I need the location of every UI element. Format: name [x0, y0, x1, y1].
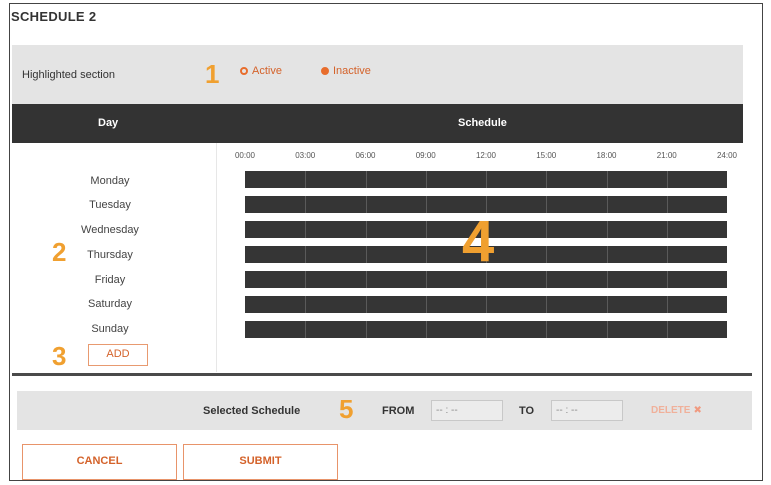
hour-gridline — [546, 246, 548, 263]
section-divider — [12, 373, 752, 376]
header-day: Day — [98, 117, 119, 129]
callout-2: 2 — [52, 237, 67, 267]
hour-gridline — [606, 221, 608, 238]
delete-label: DELETE — [651, 405, 691, 416]
day-column: Monday Tuesday Wednesday Thursday Friday… — [12, 143, 208, 372]
hour-gridline — [305, 296, 307, 313]
hour-label: 21:00 — [656, 151, 677, 160]
schedule-table-header: Day Schedule — [12, 104, 743, 143]
radio-inactive[interactable]: Inactive — [321, 65, 371, 77]
to-time-input[interactable] — [551, 400, 623, 421]
callout-3: 3 — [52, 341, 67, 371]
hour-gridline — [365, 171, 367, 188]
schedule-row-monday[interactable] — [245, 171, 727, 188]
close-icon: ✖ — [693, 405, 702, 416]
hour-label: 24:00 — [716, 151, 738, 160]
hour-gridline — [606, 171, 608, 188]
day-label-friday: Friday — [94, 274, 126, 286]
hour-gridline — [305, 246, 307, 263]
day-label-saturday: Saturday — [87, 298, 133, 310]
hour-gridline — [666, 296, 668, 313]
hour-label: 00:00 — [234, 151, 256, 160]
hour-label: 06:00 — [355, 151, 376, 160]
hour-gridline — [305, 221, 307, 238]
hour-gridline — [486, 321, 487, 338]
day-label-sunday: Sunday — [91, 323, 129, 335]
hour-gridline — [425, 321, 427, 338]
submit-button[interactable]: SUBMIT — [183, 444, 338, 480]
hour-label: 09:00 — [415, 151, 436, 160]
hour-gridline — [666, 271, 668, 288]
hour-gridline — [425, 246, 427, 263]
schedule-row-sunday[interactable] — [245, 321, 727, 338]
hour-gridline — [546, 271, 548, 288]
hour-gridline — [305, 171, 307, 188]
day-label-thursday: Thursday — [87, 249, 133, 261]
hour-gridline — [365, 221, 367, 238]
hour-gridline — [305, 196, 307, 213]
header-schedule: Schedule — [458, 117, 507, 129]
callout-5: 5 — [339, 394, 354, 424]
hour-gridline — [666, 171, 668, 188]
hour-gridline — [425, 221, 427, 238]
hour-gridline — [606, 196, 608, 213]
hour-label: 03:00 — [295, 151, 316, 160]
callout-4: 4 — [462, 209, 495, 274]
hour-gridline — [365, 321, 367, 338]
schedule-row-saturday[interactable] — [245, 296, 727, 313]
hour-gridline — [606, 271, 608, 288]
hour-gridline — [365, 271, 367, 288]
from-label: FROM — [382, 405, 415, 417]
day-label-monday: Monday — [90, 175, 130, 187]
cancel-button[interactable]: CANCEL — [22, 444, 177, 480]
hour-gridline — [546, 221, 548, 238]
hour-gridline — [606, 296, 608, 313]
hour-gridline — [425, 271, 427, 288]
radio-active[interactable]: Active — [240, 65, 282, 77]
day-label-tuesday: Tuesday — [89, 199, 131, 211]
radio-inactive-dot — [321, 67, 329, 75]
hour-gridline — [365, 246, 367, 263]
radio-active-label: Active — [252, 65, 282, 77]
hour-label: 12:00 — [475, 151, 497, 160]
hour-gridline — [425, 196, 427, 213]
panel-title: SCHEDULE 2 — [11, 9, 97, 24]
hour-gridline — [666, 321, 668, 338]
add-button[interactable]: ADD — [88, 344, 148, 366]
hour-gridline — [666, 221, 668, 238]
callout-1: 1 — [205, 59, 220, 89]
radio-active-dot — [240, 67, 248, 75]
hour-label: 18:00 — [596, 151, 617, 160]
hour-gridline — [425, 296, 427, 313]
delete-button[interactable]: DELETE ✖ — [651, 405, 702, 416]
selected-schedule-label: Selected Schedule — [203, 405, 301, 417]
hour-gridline — [305, 271, 307, 288]
hour-gridline — [666, 246, 668, 263]
highlight-section-label: Highlighted section — [22, 69, 115, 81]
hour-gridline — [305, 321, 307, 338]
hour-gridline — [365, 196, 367, 213]
hour-label: 15:00 — [536, 151, 557, 160]
radio-inactive-label: Inactive — [333, 65, 371, 77]
hour-gridline — [486, 296, 487, 313]
hour-gridline — [546, 196, 548, 213]
column-divider — [216, 143, 217, 372]
hour-gridline — [365, 296, 367, 313]
hour-gridline — [666, 196, 668, 213]
hour-gridline — [425, 171, 427, 188]
day-label-wednesday: Wednesday — [81, 224, 139, 236]
hour-gridline — [606, 246, 608, 263]
hour-gridline — [486, 171, 487, 188]
selected-schedule-bar: Selected Schedule 5 FROM TO DELETE✖ — [17, 391, 752, 430]
to-label: TO — [519, 405, 535, 417]
from-time-input[interactable] — [431, 400, 503, 421]
hour-gridline — [546, 321, 548, 338]
highlight-section-bar: Highlighted section 1 Active Inactive — [12, 45, 743, 105]
hour-gridline — [546, 296, 548, 313]
hour-gridline — [546, 171, 548, 188]
hour-gridline — [606, 321, 608, 338]
